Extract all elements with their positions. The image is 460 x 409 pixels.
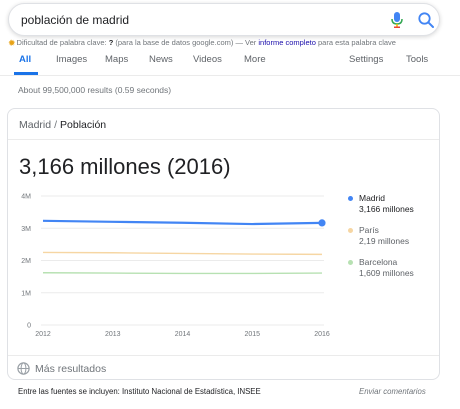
x-axis-ticks: 2012 2013 2014 2015 2016 xyxy=(35,331,330,338)
tab-videos[interactable]: Videos xyxy=(193,54,222,65)
series-line-madrid xyxy=(42,219,323,226)
series-line-barcelona xyxy=(42,272,323,275)
result-stats: About 99,500,000 results (0.59 seconds) xyxy=(18,85,172,95)
chart-grid xyxy=(41,195,324,326)
keyword-difficulty-label: Dificultad de palabra clave: xyxy=(16,38,109,47)
legend-series-value: 3,166 millones xyxy=(359,204,414,214)
y-tick-label: 2M xyxy=(21,258,31,265)
legend-series-name: Madrid xyxy=(359,193,385,203)
chart-series xyxy=(42,219,326,275)
tab-all[interactable]: All xyxy=(19,54,31,65)
full-report-link[interactable]: informe completo xyxy=(258,38,316,47)
legend-series-name: París xyxy=(359,225,379,235)
chart-legend: Madrid 3,166 millones París 2,19 millones Ba… xyxy=(348,193,438,289)
more-results-divider xyxy=(8,355,439,356)
y-tick-label: 0 xyxy=(27,323,31,330)
feedback-link[interactable]: Enviar comentarios xyxy=(359,387,426,396)
legend-dot xyxy=(348,196,353,201)
population-card: Madrid / Población 3,166 millones (2016) 0… xyxy=(7,108,440,380)
tab-tools[interactable]: Tools xyxy=(406,54,428,65)
tabs-divider xyxy=(0,75,460,76)
legend-series-name: Barcelona xyxy=(359,257,398,267)
legend-series-value: 2,19 millones xyxy=(359,236,410,246)
search-icon[interactable] xyxy=(417,11,435,29)
legend-item-madrid[interactable]: Madrid 3,166 millones xyxy=(348,193,438,215)
search-bar xyxy=(8,3,440,36)
tab-images[interactable]: Images xyxy=(56,54,87,65)
series-line-parís xyxy=(42,251,323,256)
y-tick-label: 3M xyxy=(21,226,31,233)
tab-settings[interactable]: Settings xyxy=(349,54,383,65)
legend-dot xyxy=(348,260,353,265)
legend-series-value: 1,609 millones xyxy=(359,268,414,278)
x-tick-label: 2013 xyxy=(105,331,121,338)
microphone-icon[interactable] xyxy=(390,11,404,29)
legend-dot xyxy=(348,228,353,233)
tab-more[interactable]: More xyxy=(244,54,266,65)
y-tick-label: 1M xyxy=(21,290,31,297)
search-input[interactable] xyxy=(21,4,371,35)
more-results-label: Más resultados xyxy=(35,363,107,375)
tab-maps[interactable]: Maps xyxy=(105,54,128,65)
x-tick-label: 2015 xyxy=(244,331,260,338)
y-axis-ticks: 0 1M 2M 3M 4M xyxy=(21,194,31,330)
globe-icon xyxy=(17,362,30,375)
legend-item-barcelona[interactable]: Barcelona 1,609 millones xyxy=(348,257,438,279)
sun-icon: ✹ xyxy=(8,38,16,48)
series-endpoint-madrid xyxy=(318,219,326,227)
keyword-difficulty-suffix: para esta palabra clave xyxy=(315,38,396,47)
tab-news[interactable]: News xyxy=(149,54,173,65)
keyword-difficulty-line: ✹Dificultad de palabra clave: ? (para la… xyxy=(8,38,396,49)
sources-note: Entre las fuentes se incluyen: Instituto… xyxy=(18,387,261,396)
keyword-difficulty-note: (para la base de datos google.com) — Ver xyxy=(113,38,259,47)
x-tick-label: 2012 xyxy=(35,331,51,338)
search-tabs: All Images Maps News Videos More Setting… xyxy=(0,50,460,76)
x-tick-label: 2016 xyxy=(314,331,330,338)
legend-item-parís[interactable]: París 2,19 millones xyxy=(348,225,438,247)
y-tick-label: 4M xyxy=(21,194,31,201)
x-tick-label: 2014 xyxy=(175,331,191,338)
